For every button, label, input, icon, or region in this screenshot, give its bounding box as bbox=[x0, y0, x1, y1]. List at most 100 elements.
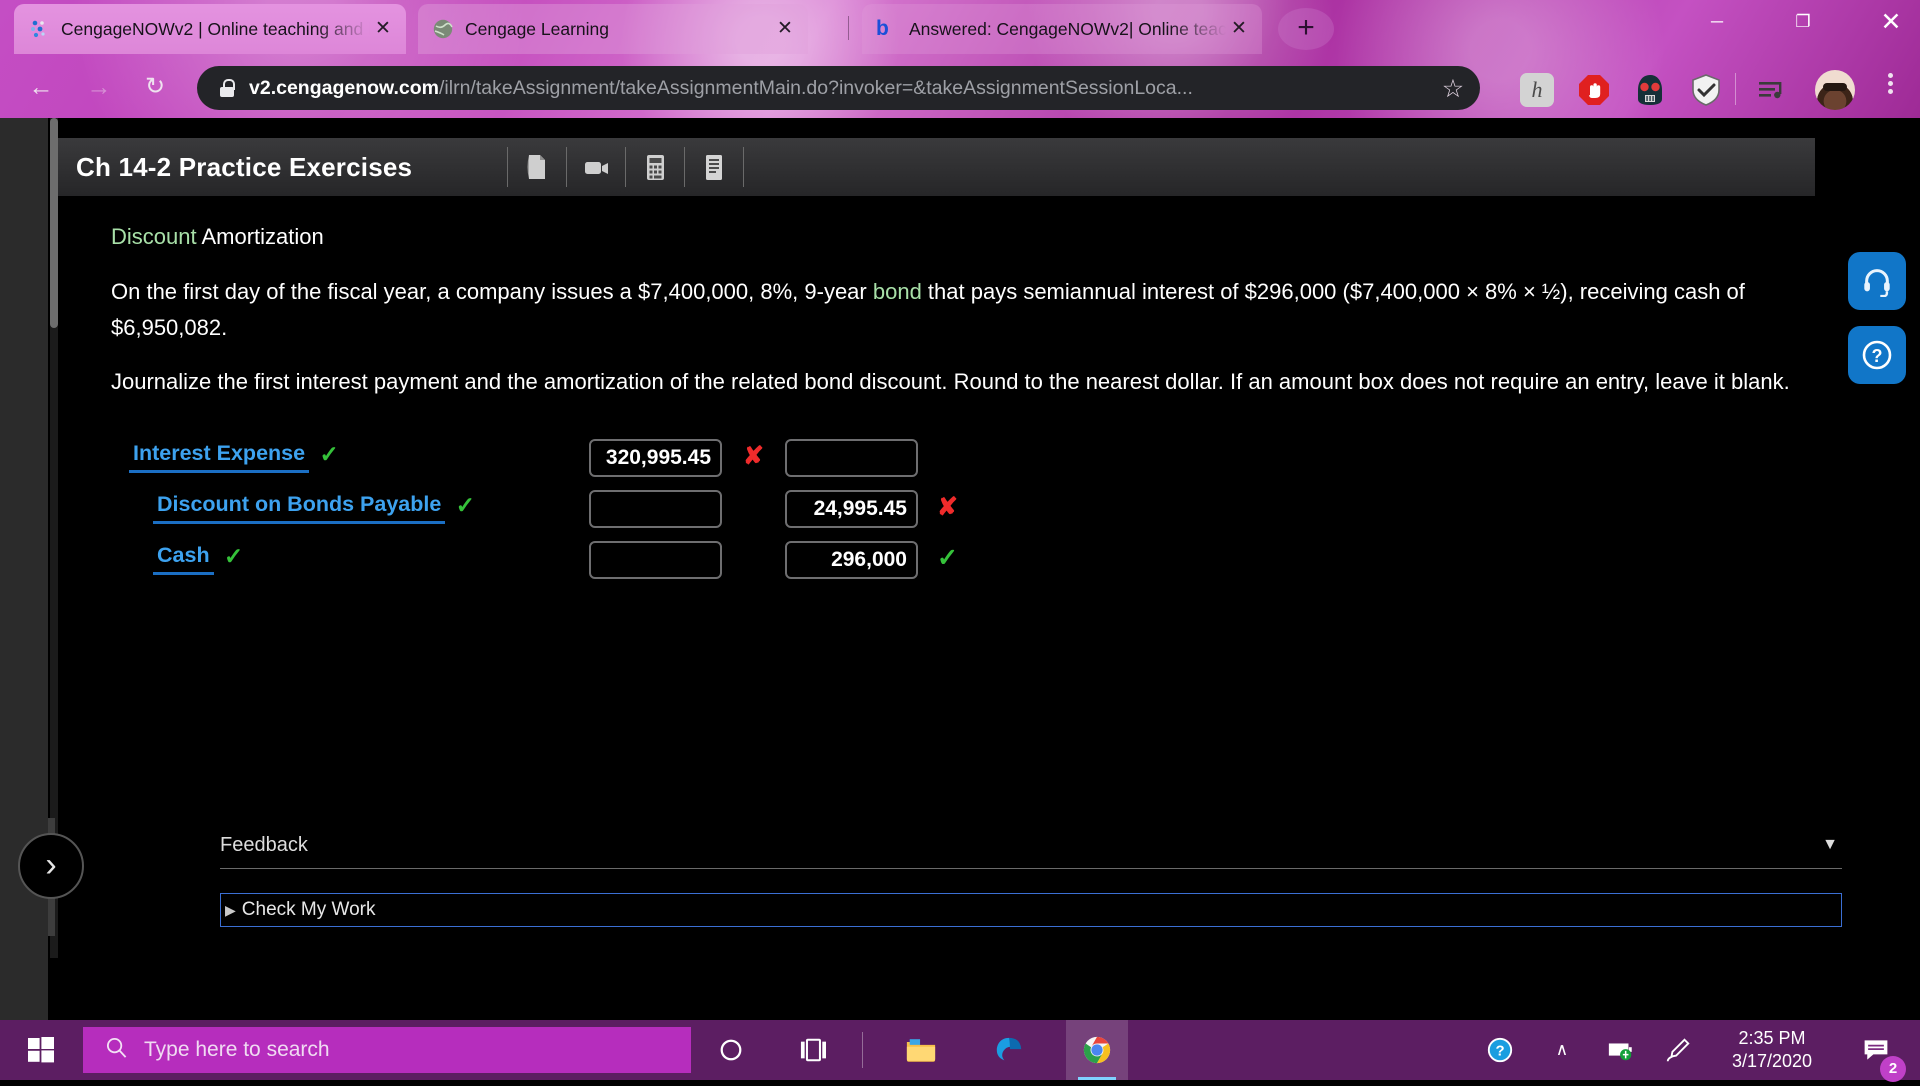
tray-help-icon[interactable]: ? bbox=[1475, 1020, 1525, 1080]
debit-input-row-1[interactable] bbox=[589, 439, 722, 477]
url-text: v2.cengagenow.com/ilrn/takeAssignment/ta… bbox=[249, 77, 1464, 100]
account-check-icon: ✓ bbox=[319, 441, 339, 467]
assignment-header: Ch 14-2 Practice Exercises bbox=[58, 138, 1815, 196]
browser-tab-3[interactable]: b Answered: CengageNOWv2| Online teachin… bbox=[862, 4, 1262, 54]
lock-icon bbox=[219, 79, 235, 97]
brainly-b-icon: b bbox=[876, 17, 889, 40]
calculator-icon[interactable] bbox=[626, 138, 684, 196]
ebook-icon[interactable] bbox=[508, 138, 566, 196]
video-icon[interactable] bbox=[567, 138, 625, 196]
feedback-section[interactable]: Feedback ▼ bbox=[220, 834, 1842, 857]
pen-ink-workspace-icon[interactable] bbox=[1655, 1020, 1701, 1080]
tab-close-icon[interactable]: ✕ bbox=[772, 16, 798, 42]
reload-icon[interactable]: ↻ bbox=[134, 66, 176, 108]
battery-icon[interactable] bbox=[1598, 1020, 1644, 1080]
question-paragraph-1: On the first day of the fiscal year, a c… bbox=[111, 274, 1791, 346]
account-check-icon: ✓ bbox=[455, 492, 476, 518]
svg-text:?: ? bbox=[1495, 1043, 1504, 1060]
edge-icon[interactable] bbox=[978, 1020, 1040, 1080]
window-minimize-button[interactable]: ─ bbox=[1686, 0, 1748, 44]
clock-date: 3/17/2020 bbox=[1731, 1051, 1813, 1071]
windows-taskbar: Type here to search ? ∧ 2:35 PM 3/17/202… bbox=[0, 1020, 1920, 1082]
music-playlist-extension-icon[interactable] bbox=[1755, 73, 1789, 107]
question-mark-icon: ? bbox=[1848, 326, 1906, 384]
task-view-icon[interactable] bbox=[782, 1020, 844, 1080]
toolbar-divider bbox=[1735, 73, 1736, 105]
back-icon[interactable]: ← bbox=[20, 66, 62, 108]
svg-text:?: ? bbox=[1872, 346, 1883, 366]
scrollbar-thumb[interactable] bbox=[50, 118, 58, 328]
window-close-button[interactable]: ✕ bbox=[1860, 0, 1920, 44]
debit-input-row-2[interactable] bbox=[589, 490, 722, 528]
journal-entry-table: Interest Expense ✓ ✘ Discount on Bonds P… bbox=[113, 439, 1113, 593]
result-mark-row-3: ✓ bbox=[937, 544, 958, 572]
taskbar-divider bbox=[862, 1032, 863, 1068]
notification-badge: 2 bbox=[1880, 1056, 1906, 1082]
forward-icon[interactable]: → bbox=[78, 66, 120, 108]
debit-input-row-3[interactable] bbox=[589, 541, 722, 579]
assignment-content: Discount Amortization On the first day o… bbox=[58, 196, 1842, 1086]
check-my-work-label: Check My Work bbox=[241, 899, 376, 920]
file-explorer-icon[interactable] bbox=[890, 1020, 952, 1080]
tab-strip: CengageNOWv2 | Online teaching and learn… bbox=[0, 0, 1920, 56]
hypothesis-extension-icon[interactable]: h bbox=[1520, 73, 1554, 107]
start-button[interactable] bbox=[10, 1020, 72, 1080]
browser-tab-1[interactable]: CengageNOWv2 | Online teaching and learn… bbox=[14, 4, 406, 54]
bookmark-star-icon[interactable]: ☆ bbox=[1440, 76, 1466, 102]
tab-title: CengageNOWv2 | Online teaching and learn… bbox=[61, 18, 370, 39]
vader-extension-icon[interactable] bbox=[1633, 73, 1667, 107]
browser-menu-icon[interactable] bbox=[1877, 70, 1903, 110]
chevron-right-icon: ▶ bbox=[225, 901, 236, 918]
account-name-discount-on-bonds-payable[interactable]: Discount on Bonds Payable bbox=[153, 492, 446, 524]
new-tab-button[interactable]: + bbox=[1278, 8, 1334, 50]
assignment-toolbar bbox=[507, 138, 745, 196]
notes-icon[interactable] bbox=[685, 138, 743, 196]
question-paragraph-2: Journalize the first interest payment an… bbox=[111, 369, 1790, 394]
chrome-icon[interactable] bbox=[1066, 1020, 1128, 1080]
feedback-label: Feedback bbox=[220, 834, 308, 856]
credit-input-row-3[interactable] bbox=[785, 541, 918, 579]
taskbar-clock[interactable]: 2:35 PM 3/17/2020 bbox=[1712, 1027, 1832, 1073]
tab-close-icon[interactable]: ✕ bbox=[1226, 16, 1252, 42]
help-question-button[interactable]: ? bbox=[1848, 326, 1906, 384]
adblock-extension-icon[interactable] bbox=[1577, 73, 1611, 107]
search-icon bbox=[105, 1036, 128, 1064]
journal-row: Interest Expense ✓ ✘ bbox=[113, 439, 1113, 491]
url-domain: v2.cengagenow.com bbox=[249, 76, 440, 99]
feedback-divider bbox=[220, 868, 1842, 869]
account-name-cash[interactable]: Cash bbox=[153, 543, 214, 575]
profile-avatar[interactable] bbox=[1815, 70, 1855, 110]
credit-input-row-2[interactable] bbox=[785, 490, 918, 528]
cortana-icon[interactable] bbox=[700, 1020, 762, 1080]
bond-term-link[interactable]: bond bbox=[873, 279, 922, 304]
headset-icon bbox=[1848, 252, 1906, 310]
page-viewport: Ch 14-2 Practice Exercises Discount Amor… bbox=[0, 118, 1920, 1086]
shield-check-extension-icon[interactable] bbox=[1689, 73, 1723, 107]
address-bar[interactable]: v2.cengagenow.com/ilrn/takeAssignment/ta… bbox=[197, 66, 1480, 110]
question-heading-term[interactable]: Discount bbox=[111, 224, 197, 249]
account-name-interest-expense[interactable]: Interest Expense bbox=[129, 441, 310, 473]
tab-close-icon[interactable]: ✕ bbox=[370, 16, 396, 42]
result-mark-row-1: ✘ bbox=[743, 442, 764, 470]
taskbar-search-box[interactable]: Type here to search bbox=[83, 1027, 691, 1073]
search-placeholder: Type here to search bbox=[144, 1038, 330, 1061]
result-mark-row-2: ✘ bbox=[937, 493, 958, 521]
check-my-work-button[interactable]: ▶ Check My Work bbox=[220, 893, 1842, 927]
window-maximize-button[interactable]: ❐ bbox=[1772, 0, 1834, 44]
journal-row: Discount on Bonds Payable ✓ ✘ bbox=[113, 490, 1113, 542]
tab-title: Answered: CengageNOWv2| Online teaching … bbox=[909, 18, 1226, 39]
cengage-icon bbox=[28, 18, 50, 40]
browser-chrome: CengageNOWv2 | Online teaching and learn… bbox=[0, 0, 1920, 118]
tray-expand-chevron-icon[interactable]: ∧ bbox=[1540, 1020, 1584, 1080]
browser-tab-2[interactable]: Cengage Learning ✕ bbox=[418, 4, 808, 54]
account-check-icon: ✓ bbox=[224, 543, 244, 569]
globe-icon bbox=[432, 18, 454, 40]
journal-row: Cash ✓ ✓ bbox=[113, 541, 1113, 593]
next-question-button[interactable]: › bbox=[18, 833, 84, 899]
credit-input-row-1[interactable] bbox=[785, 439, 918, 477]
tab-divider bbox=[848, 16, 849, 40]
url-path: /ilrn/takeAssignment/takeAssignmentMain.… bbox=[439, 76, 1193, 99]
support-headset-button[interactable] bbox=[1848, 252, 1906, 310]
chevron-down-icon[interactable]: ▼ bbox=[1822, 836, 1838, 854]
clock-time: 2:35 PM bbox=[1738, 1028, 1806, 1048]
